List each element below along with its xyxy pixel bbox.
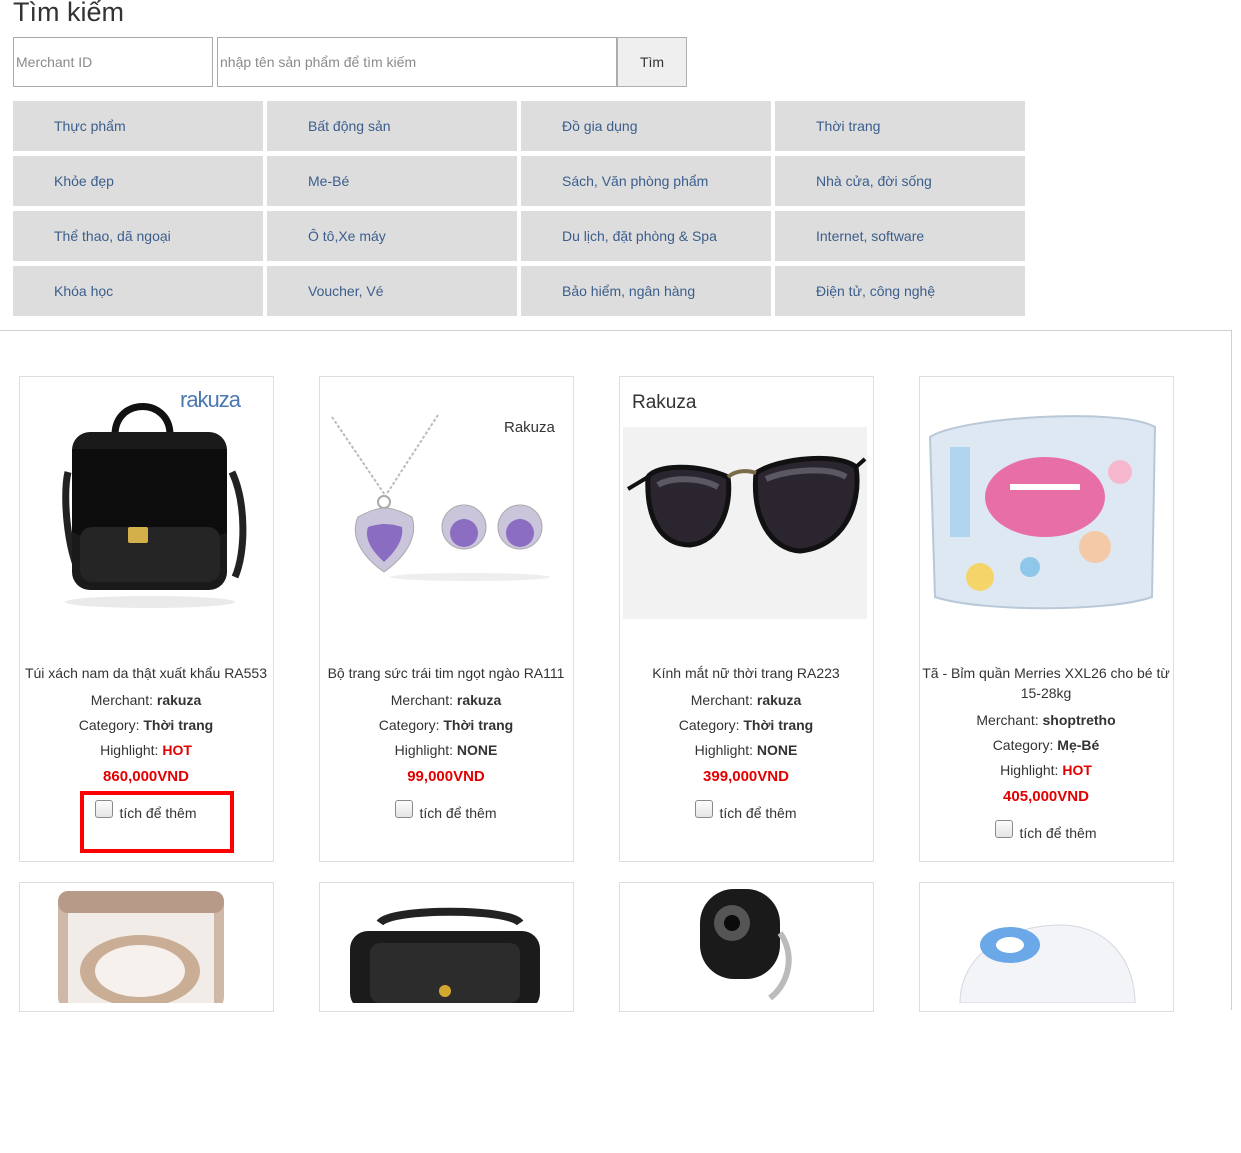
add-label[interactable]: tích để thêm [419,805,496,821]
category-khoa-hoc[interactable]: Khóa học [13,266,263,316]
add-checkbox[interactable] [995,820,1014,838]
category-value: Thời trang [143,717,214,733]
category-o-to-xe-may[interactable]: Ô tô,Xe máy [267,211,517,261]
product-price: 405,000VND [1003,788,1089,805]
brand-logo: Rakuza [632,392,697,413]
search-button[interactable]: Tìm [617,37,687,87]
product-card [619,882,874,1012]
category-the-thao-da-ngoai[interactable]: Thể thao, dã ngoại [13,211,263,261]
page-title: Tìm kiếm [13,0,124,27]
merchant-value: shoptretho [1042,712,1116,728]
vr-headset-image[interactable] [320,883,572,1153]
product-name[interactable]: Túi xách nam da thật xuất khẩu RA553 [20,663,272,683]
product-card: Tã - Bỉm quần Merries XXL26 cho bé từ 15… [919,376,1174,862]
highlight-value: NONE [756,742,798,758]
milk-can-image[interactable] [20,883,272,1153]
category-thoi-trang[interactable]: Thời trang [775,101,1025,151]
category-dien-tu-cong-nghe[interactable]: Điện tử, công nghệ [775,266,1025,316]
product-name[interactable]: Bộ trang sức trái tim ngọt ngào RA111 [320,663,572,683]
diapers-image[interactable] [920,377,1172,647]
category-grid: Thực phẩm Bất động sản Đồ gia dụng Thời … [13,101,1025,316]
add-to-list-row[interactable]: tích để thêm [320,800,572,822]
sunglasses-image[interactable]: Rakuza [620,377,872,647]
product-card [319,882,574,1012]
product-card: Rakuza Bộ trang sức trái tim ngọt ngào R… [319,376,574,862]
category-bao-hiem-ngan-hang[interactable]: Bảo hiểm, ngân hàng [521,266,771,316]
category-label: Category: [378,717,440,733]
product-name[interactable]: Kính mắt nữ thời trang RA223 [620,663,872,683]
category-do-gia-dung[interactable]: Đồ gia dụng [521,101,771,151]
merchant-value: rakuza [156,692,202,708]
product-search-input[interactable] [217,37,617,87]
annotation-highlight-box [80,791,234,853]
product-price: 99,000VND [407,768,485,785]
highlight-label: Highlight: [100,742,159,758]
merchant-value: rakuza [756,692,802,708]
highlight-value: NONE [456,742,498,758]
merchant-label: Merchant: [976,712,1039,728]
product-price: 399,000VND [703,768,789,785]
jewelry-image[interactable]: Rakuza [320,377,572,647]
product-card [919,882,1174,1012]
category-sach-van-phong-pham[interactable]: Sách, Văn phòng phẩm [521,156,771,206]
merchant-label: Merchant: [690,692,753,708]
category-value: Thời trang [443,717,514,733]
backpack-image[interactable]: rakuza [20,377,272,647]
product-card [19,882,274,1013]
highlight-value: HOT [1062,762,1092,778]
highlight-value: HOT [162,742,192,758]
merchant-id-input[interactable] [13,37,213,87]
merchant-value: rakuza [456,692,502,708]
highlight-label: Highlight: [1000,762,1059,778]
category-label: Category: [678,717,740,733]
camera-image[interactable] [620,883,872,1153]
category-nha-cua-doi-song[interactable]: Nhà cửa, đời sống [775,156,1025,206]
brand-logo: Rakuza [504,419,555,436]
category-khoe-dep[interactable]: Khỏe đẹp [13,156,263,206]
category-me-be[interactable]: Me-Bé [267,156,517,206]
appliance-image[interactable] [920,883,1172,1153]
product-price: 860,000VND [103,768,189,785]
brand-logo: rakuza [180,387,241,412]
add-label[interactable]: tích để thêm [1019,825,1096,841]
add-to-list-row[interactable]: tích để thêm [620,800,872,822]
category-bat-dong-san[interactable]: Bất động sản [267,101,517,151]
category-label: Category: [992,737,1054,753]
category-value: Thời trang [743,717,814,733]
category-thuc-pham[interactable]: Thực phẩm [13,101,263,151]
category-du-lich-dat-phong-spa[interactable]: Du lịch, đặt phòng & Spa [521,211,771,261]
add-to-list-row[interactable]: tích để thêm [920,820,1172,842]
merchant-label: Merchant: [390,692,453,708]
highlight-label: Highlight: [694,742,754,758]
category-internet-software[interactable]: Internet, software [775,211,1025,261]
category-value: Mẹ-Bé [1057,737,1100,753]
add-label[interactable]: tích để thêm [719,805,796,821]
product-name[interactable]: Tã - Bỉm quần Merries XXL26 cho bé từ 15… [920,663,1172,703]
highlight-label: Highlight: [394,742,454,758]
category-voucher-ve[interactable]: Voucher, Vé [267,266,517,316]
merchant-label: Merchant: [90,692,153,708]
category-label: Category: [78,717,140,733]
product-card: rakuza Túi xách nam da thật xuất khẩu RA… [19,376,274,862]
add-checkbox[interactable] [395,800,414,818]
product-card: Rakuza Kính mắt nữ thời trang RA223 Merc… [619,376,874,862]
add-checkbox[interactable] [695,800,714,818]
